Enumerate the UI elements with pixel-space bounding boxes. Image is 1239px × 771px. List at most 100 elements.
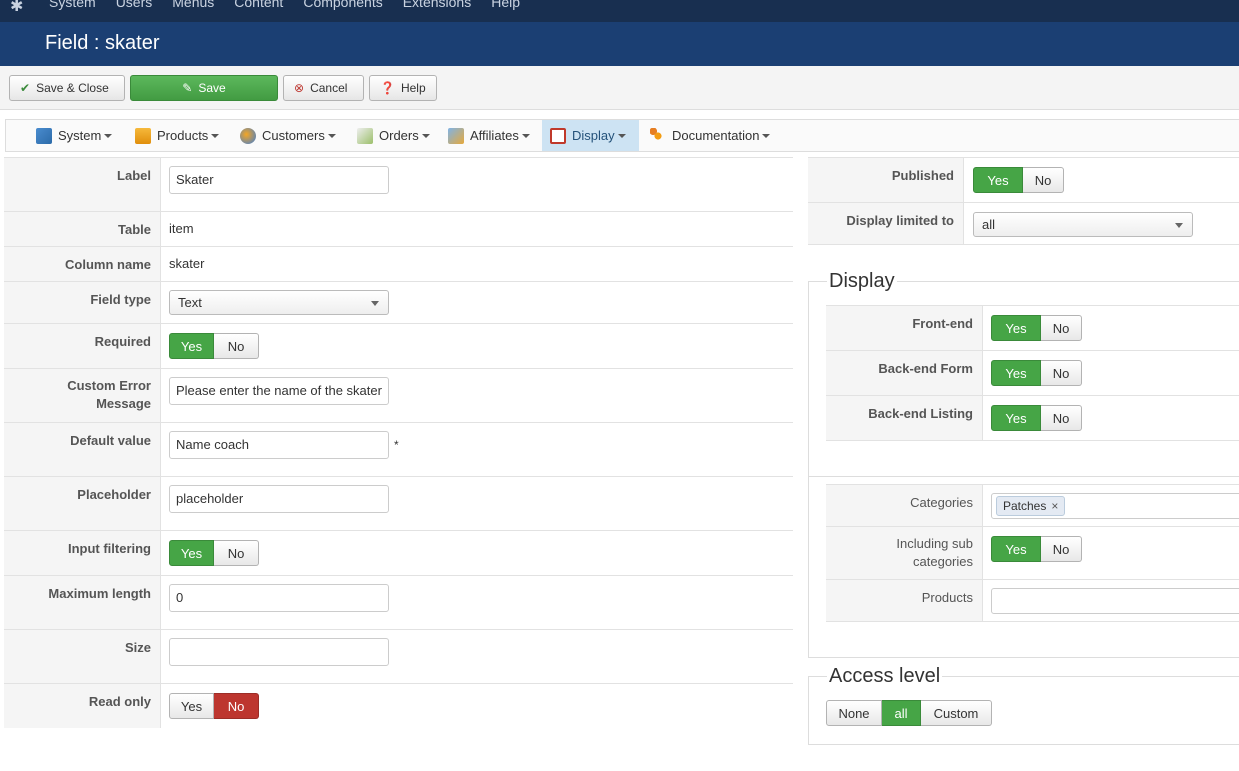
read-only-yes[interactable]: Yes xyxy=(169,693,214,719)
field-type-select[interactable]: Text xyxy=(169,290,389,315)
custom-error-input[interactable]: Please enter the name of the skater xyxy=(169,377,389,405)
cmenu-customers[interactable]: Customers xyxy=(232,120,344,151)
label-label: Label xyxy=(4,158,161,211)
save-close-button[interactable]: ✔ Save & Close xyxy=(9,75,125,101)
caret-icon xyxy=(521,133,530,138)
top-menu-system[interactable]: System xyxy=(49,0,96,10)
save-button[interactable]: ✎ Save xyxy=(130,75,278,101)
frontend-no[interactable]: No xyxy=(1041,315,1082,341)
caret-icon xyxy=(617,133,626,138)
row-display-limited: Display limited to all xyxy=(808,202,1239,245)
title-bar: Field : skater xyxy=(0,22,1239,66)
published-toggle: Yes No xyxy=(973,167,1064,193)
categories-input[interactable]: Patches × xyxy=(991,493,1239,519)
remove-icon[interactable]: × xyxy=(1051,499,1058,513)
row-placeholder: Placeholder placeholder xyxy=(4,476,793,530)
caret-icon xyxy=(211,133,220,138)
cmenu-orders[interactable]: Orders xyxy=(349,120,438,151)
including-sub-toggle: Yes No xyxy=(991,536,1082,562)
help-button[interactable]: ❓ Help xyxy=(369,75,437,101)
display-icon xyxy=(550,127,566,144)
top-menu-extensions[interactable]: Extensions xyxy=(403,0,471,10)
access-fieldset: Access level None all Custom xyxy=(808,665,1239,745)
read-only-toggle: Yes No xyxy=(169,693,259,719)
input-filtering-no[interactable]: No xyxy=(214,540,259,566)
backend-form-yes[interactable]: Yes xyxy=(991,360,1041,386)
display-legend: Display xyxy=(827,270,897,293)
cmenu-documentation[interactable]: Documentation xyxy=(642,120,778,151)
products-input[interactable] xyxy=(991,588,1239,614)
cancel-button[interactable]: ⊗ Cancel xyxy=(283,75,364,101)
access-none[interactable]: None xyxy=(826,700,882,726)
published-no[interactable]: No xyxy=(1023,167,1064,193)
required-no[interactable]: No xyxy=(214,333,259,359)
custom-error-label-line2: Message xyxy=(96,396,151,411)
custom-error-label-line1: Custom Error xyxy=(67,378,151,393)
backend-listing-label: Back-end Listing xyxy=(826,396,983,440)
products-icon xyxy=(135,127,151,144)
save-label: Save xyxy=(198,81,226,95)
access-custom[interactable]: Custom xyxy=(921,700,992,726)
max-length-input[interactable]: 0 xyxy=(169,584,389,612)
display-limited-select[interactable]: all xyxy=(973,212,1193,237)
caret-icon xyxy=(104,133,113,138)
save-close-label: Save & Close xyxy=(36,81,109,95)
dropdown-arrow-icon xyxy=(371,301,379,306)
top-menu-menus[interactable]: Menus xyxy=(172,0,214,10)
frontend-yes[interactable]: Yes xyxy=(991,315,1041,341)
category-chip-label: Patches xyxy=(1003,499,1047,513)
cmenu-affiliates[interactable]: Affiliates xyxy=(440,120,538,151)
cmenu-system-label: System xyxy=(58,128,102,143)
documentation-icon xyxy=(650,127,666,144)
input-filtering-yes[interactable]: Yes xyxy=(169,540,214,566)
required-yes[interactable]: Yes xyxy=(169,333,214,359)
access-legend: Access level xyxy=(827,665,943,688)
including-sub-yes[interactable]: Yes xyxy=(991,536,1041,562)
toolbar: ✔ Save & Close ✎ Save ⊗ Cancel ❓ Help xyxy=(0,66,1239,110)
top-menu-components[interactable]: Components xyxy=(303,0,382,10)
row-max-length: Maximum length 0 xyxy=(4,575,793,629)
required-toggle: Yes No xyxy=(169,333,259,359)
including-sub-no[interactable]: No xyxy=(1041,536,1082,562)
row-default-value: Default value Name coach * xyxy=(4,422,793,476)
size-input[interactable] xyxy=(169,638,389,666)
cmenu-system[interactable]: System xyxy=(28,120,120,151)
cmenu-display[interactable]: Display xyxy=(542,120,639,151)
custom-error-label: Custom Error Message xyxy=(4,369,161,422)
top-menu-help[interactable]: Help xyxy=(491,0,520,10)
read-only-label: Read only xyxy=(4,684,161,728)
backend-form-no[interactable]: No xyxy=(1041,360,1082,386)
tools-icon xyxy=(36,127,52,144)
required-label: Required xyxy=(4,324,161,368)
row-backend-form: Back-end Form Yes No xyxy=(826,350,1239,395)
category-chip: Patches × xyxy=(996,496,1066,516)
row-products: Products xyxy=(826,579,1239,622)
row-required: Required Yes No xyxy=(4,323,793,368)
read-only-no[interactable]: No xyxy=(214,693,259,719)
cmenu-display-label: Display xyxy=(572,128,615,143)
cancel-label: Cancel xyxy=(310,81,348,95)
input-filtering-label: Input filtering xyxy=(4,531,161,575)
placeholder-input[interactable]: placeholder xyxy=(169,485,389,513)
top-menu-content[interactable]: Content xyxy=(234,0,283,10)
row-including-sub: Including sub categories Yes No xyxy=(826,526,1239,579)
access-all[interactable]: all xyxy=(882,700,921,726)
placeholder-label: Placeholder xyxy=(4,477,161,530)
field-type-value: Text xyxy=(178,295,202,310)
check-icon: ✔ xyxy=(20,81,31,95)
backend-listing-yes[interactable]: Yes xyxy=(991,405,1041,431)
default-value-input[interactable]: Name coach xyxy=(169,431,389,459)
table-value: item xyxy=(169,221,194,236)
cmenu-products[interactable]: Products xyxy=(127,120,227,151)
joomla-logo-icon[interactable]: ✱ xyxy=(10,0,28,15)
published-yes[interactable]: Yes xyxy=(973,167,1023,193)
column-label: Column name xyxy=(4,247,161,281)
display-divider xyxy=(809,476,1239,477)
label-input[interactable]: Skater xyxy=(169,166,389,194)
cancel-icon: ⊗ xyxy=(294,81,305,95)
cmenu-orders-label: Orders xyxy=(379,128,419,143)
field-type-label: Field type xyxy=(4,282,161,323)
backend-listing-no[interactable]: No xyxy=(1041,405,1082,431)
frontend-label: Front-end xyxy=(826,306,983,350)
top-menu-users[interactable]: Users xyxy=(116,0,153,10)
